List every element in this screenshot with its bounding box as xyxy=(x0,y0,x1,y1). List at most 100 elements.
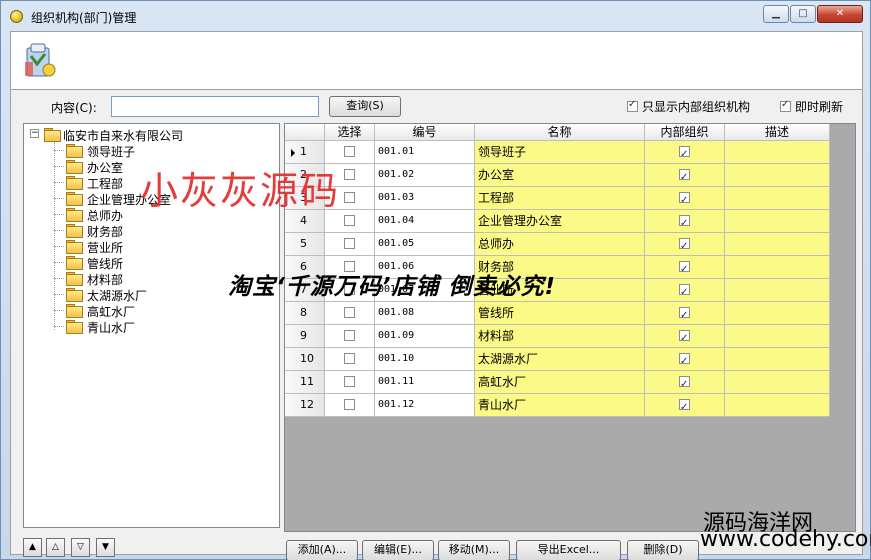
desc-cell[interactable] xyxy=(725,187,830,210)
internal-cell[interactable] xyxy=(645,256,725,281)
query-button[interactable]: 查询(S) xyxy=(329,96,401,117)
tree-item[interactable]: 管线所 xyxy=(54,254,254,271)
add-button[interactable]: 添加(A)... xyxy=(286,540,358,560)
edit-button[interactable]: 编辑(E)... xyxy=(362,540,434,560)
select-checkbox[interactable] xyxy=(344,306,355,318)
select-cell[interactable] xyxy=(325,302,375,325)
row-number[interactable]: 5 xyxy=(285,233,325,256)
select-checkbox[interactable] xyxy=(344,375,355,387)
desc-cell[interactable] xyxy=(725,302,830,325)
close-button[interactable]: ✕ xyxy=(817,5,863,23)
only-internal-checkbox[interactable]: 只显示内部组织机构 xyxy=(627,98,750,115)
name-cell[interactable]: 太湖源水厂 xyxy=(475,348,645,371)
select-checkbox[interactable] xyxy=(344,168,355,180)
select-checkbox[interactable] xyxy=(344,237,355,249)
tree-item[interactable]: 营业所 xyxy=(54,238,254,255)
internal-cell[interactable] xyxy=(645,164,725,189)
internal-cell[interactable] xyxy=(645,233,725,258)
select-checkbox[interactable] xyxy=(344,191,355,203)
internal-cell[interactable] xyxy=(645,187,725,212)
internal-cell[interactable] xyxy=(645,394,725,419)
name-cell[interactable]: 办公室 xyxy=(475,164,645,187)
title-bar[interactable]: 组织机构(部门)管理 ▁ □ ✕ xyxy=(1,1,870,31)
name-cell[interactable]: 企业管理办公室 xyxy=(475,210,645,233)
tree-item[interactable]: 高虹水厂 xyxy=(54,302,254,319)
column-header-name[interactable]: 名称 xyxy=(475,124,645,141)
move-top-button[interactable]: ▲ xyxy=(23,538,42,557)
tree-item[interactable]: 材料部 xyxy=(54,270,254,287)
row-number[interactable]: 9 xyxy=(285,325,325,348)
code-cell[interactable]: 001.12 xyxy=(375,394,475,417)
auto-refresh-check-icon[interactable] xyxy=(780,99,791,112)
row-number[interactable]: 12 xyxy=(285,394,325,417)
desc-cell[interactable] xyxy=(725,141,830,164)
only-internal-check-icon[interactable] xyxy=(627,99,638,112)
code-cell[interactable]: 001.08 xyxy=(375,302,475,325)
internal-checkbox[interactable] xyxy=(679,190,690,212)
maximize-button[interactable]: □ xyxy=(790,5,816,23)
row-number[interactable]: 10 xyxy=(285,348,325,371)
column-header-code[interactable]: 编号 xyxy=(375,124,475,141)
internal-checkbox[interactable] xyxy=(679,351,690,373)
internal-checkbox[interactable] xyxy=(679,397,690,419)
tree-item[interactable]: 财务部 xyxy=(54,222,254,239)
desc-cell[interactable] xyxy=(725,371,830,394)
name-cell[interactable]: 材料部 xyxy=(475,325,645,348)
column-header-internal[interactable]: 内部组织 xyxy=(645,124,725,141)
select-checkbox[interactable] xyxy=(344,352,355,364)
move-down-button[interactable]: ▽ xyxy=(71,538,90,557)
internal-checkbox[interactable] xyxy=(679,374,690,396)
name-cell[interactable]: 领导班子 xyxy=(475,141,645,164)
tree-item[interactable]: 太湖源水厂 xyxy=(54,286,254,303)
internal-cell[interactable] xyxy=(645,279,725,304)
desc-cell[interactable] xyxy=(725,210,830,233)
code-cell[interactable]: 001.11 xyxy=(375,371,475,394)
internal-checkbox[interactable] xyxy=(679,328,690,350)
org-grid[interactable]: 选择 编号 名称 内部组织 描述 1001.01领导班子2001.02办公室30… xyxy=(284,123,856,532)
move-button[interactable]: 移动(M)... xyxy=(438,540,510,560)
internal-cell[interactable] xyxy=(645,210,725,235)
code-cell[interactable]: 001.01 xyxy=(375,141,475,164)
name-cell[interactable]: 高虹水厂 xyxy=(475,371,645,394)
desc-cell[interactable] xyxy=(725,279,830,302)
column-header-select[interactable]: 选择 xyxy=(325,124,375,141)
code-cell[interactable]: 001.04 xyxy=(375,210,475,233)
move-up-button[interactable]: △ xyxy=(46,538,65,557)
internal-cell[interactable] xyxy=(645,348,725,373)
name-cell[interactable]: 管线所 xyxy=(475,302,645,325)
internal-cell[interactable] xyxy=(645,371,725,396)
internal-checkbox[interactable] xyxy=(679,144,690,166)
name-cell[interactable]: 工程部 xyxy=(475,187,645,210)
select-cell[interactable] xyxy=(325,394,375,417)
internal-checkbox[interactable] xyxy=(679,167,690,189)
select-checkbox[interactable] xyxy=(344,329,355,341)
tree-item[interactable]: 领导班子 xyxy=(54,142,254,159)
search-input[interactable] xyxy=(111,96,319,117)
select-cell[interactable] xyxy=(325,325,375,348)
internal-checkbox[interactable] xyxy=(679,305,690,327)
export-excel-button[interactable]: 导出Excel... xyxy=(516,540,621,560)
code-cell[interactable]: 001.03 xyxy=(375,187,475,210)
code-cell[interactable]: 001.10 xyxy=(375,348,475,371)
select-cell[interactable] xyxy=(325,233,375,256)
collapse-icon[interactable]: − xyxy=(30,129,39,138)
delete-button[interactable]: 删除(D) xyxy=(627,540,699,560)
internal-checkbox[interactable] xyxy=(679,236,690,258)
move-bottom-button[interactable]: ▼ xyxy=(96,538,115,557)
name-cell[interactable]: 青山水厂 xyxy=(475,394,645,417)
minimize-button[interactable]: ▁ xyxy=(763,5,789,23)
select-cell[interactable] xyxy=(325,348,375,371)
internal-checkbox[interactable] xyxy=(679,213,690,235)
select-checkbox[interactable] xyxy=(344,398,355,410)
internal-checkbox[interactable] xyxy=(679,259,690,281)
select-checkbox[interactable] xyxy=(344,145,355,157)
internal-cell[interactable] xyxy=(645,141,725,166)
auto-refresh-checkbox[interactable]: 即时刷新 xyxy=(780,98,843,115)
code-cell[interactable]: 001.02 xyxy=(375,164,475,187)
desc-cell[interactable] xyxy=(725,348,830,371)
name-cell[interactable]: 总师办 xyxy=(475,233,645,256)
select-cell[interactable] xyxy=(325,371,375,394)
row-number[interactable]: 11 xyxy=(285,371,325,394)
code-cell[interactable]: 001.09 xyxy=(375,325,475,348)
desc-cell[interactable] xyxy=(725,325,830,348)
